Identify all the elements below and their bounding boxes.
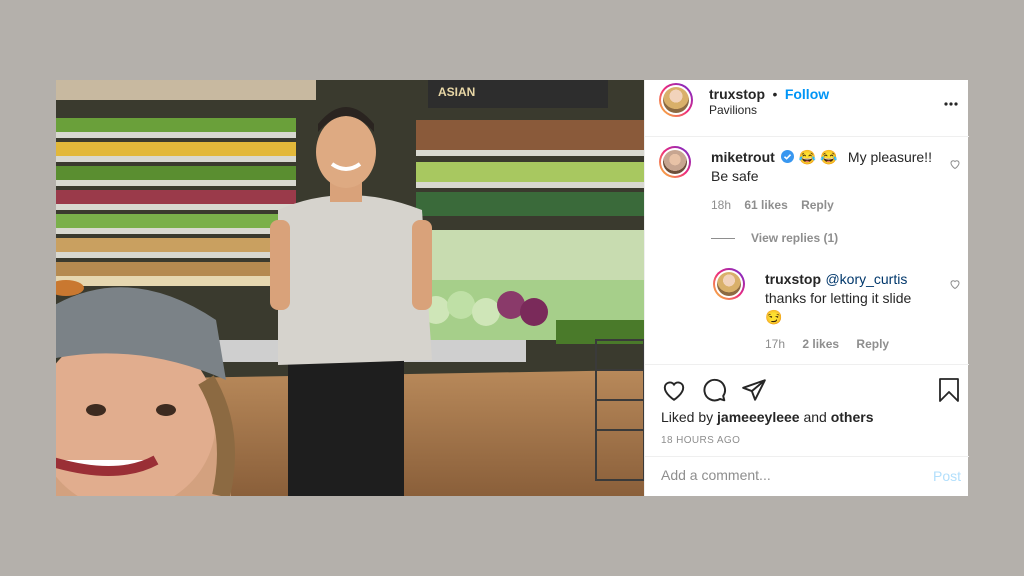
- like-heart-icon[interactable]: [661, 377, 687, 403]
- instagram-post: ASIAN truxstop • Follow Pavilions miketr…: [56, 80, 969, 497]
- view-replies-line: [711, 238, 735, 239]
- author-username[interactable]: truxstop: [709, 86, 765, 102]
- post-comment-button[interactable]: Post: [933, 468, 961, 484]
- header-separator: •: [772, 86, 778, 102]
- reply-text: thanks for letting it slide: [765, 290, 912, 306]
- more-dots-icon[interactable]: [943, 96, 959, 112]
- view-replies-button[interactable]: View replies (1): [751, 231, 838, 245]
- comment-bubble-icon[interactable]: [701, 377, 727, 403]
- add-comment-input[interactable]: [661, 467, 901, 483]
- reply-likes[interactable]: 2 likes: [802, 337, 839, 351]
- comment-text: My pleasure!!: [847, 149, 932, 165]
- author-avatar[interactable]: [659, 83, 693, 117]
- post-location[interactable]: Pavilions: [709, 103, 757, 117]
- liked-by-and: and: [803, 409, 827, 425]
- liked-by-text: Liked by jameeeyleee and others: [661, 409, 874, 425]
- save-bookmark-icon[interactable]: [937, 377, 961, 403]
- verified-badge-icon: [781, 150, 795, 163]
- grocery-selfie-image: ASIAN: [56, 80, 644, 496]
- liked-by-prefix: Liked by: [661, 409, 714, 425]
- post-timestamp[interactable]: 18 HOURS AGO: [661, 435, 740, 446]
- comment-emoji: 😂 😂: [798, 149, 838, 165]
- comment-time[interactable]: 18h: [711, 198, 731, 212]
- reply-username[interactable]: truxstop: [765, 271, 821, 287]
- liked-by-user[interactable]: jameeeyleee: [717, 409, 800, 425]
- reply-time[interactable]: 17h: [765, 337, 785, 351]
- reply-avatar[interactable]: [713, 268, 745, 300]
- reply-emoji: 😏: [765, 309, 783, 325]
- comment-username[interactable]: miketrout: [711, 149, 775, 165]
- post-header: truxstop • Follow Pavilions: [645, 80, 969, 137]
- liked-by-others[interactable]: others: [831, 409, 874, 425]
- follow-button[interactable]: Follow: [785, 86, 829, 102]
- reply-like-heart-icon[interactable]: [949, 278, 961, 290]
- comment-likes[interactable]: 61 likes: [744, 198, 787, 212]
- share-paper-plane-icon[interactable]: [741, 377, 767, 403]
- comment-like-heart-icon[interactable]: [949, 158, 961, 170]
- commenter-avatar[interactable]: [659, 146, 691, 178]
- comment-reply-button[interactable]: Reply: [801, 198, 834, 212]
- comments-panel: truxstop • Follow Pavilions miketrout 😂 …: [644, 80, 969, 497]
- reply-reply-button[interactable]: Reply: [856, 337, 889, 351]
- store-sign-text: ASIAN: [438, 85, 475, 99]
- add-comment-bar: Post: [645, 456, 969, 497]
- post-photo[interactable]: ASIAN: [56, 80, 644, 496]
- comment-text-line2: Be safe: [711, 168, 759, 184]
- reply-mention[interactable]: @kory_curtis: [825, 271, 907, 287]
